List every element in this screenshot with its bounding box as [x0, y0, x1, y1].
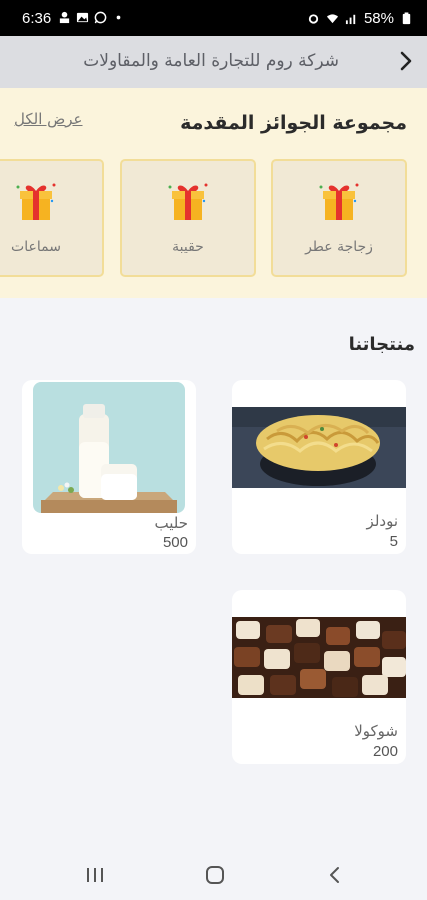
- prize-label: سماعات: [11, 239, 61, 255]
- product-card-chocolate[interactable]: شوكولا 200: [232, 590, 406, 764]
- view-all-link[interactable]: عرض الكل: [14, 110, 83, 128]
- gift-icon: [319, 183, 359, 220]
- wifi-icon: [326, 14, 339, 24]
- product-name: شوكولا: [354, 722, 398, 740]
- status-bar: 6:36 58%: [0, 0, 427, 36]
- gallery-icon: [76, 12, 89, 23]
- prize-label: حقيبة: [172, 239, 204, 255]
- product-image-milk: [33, 382, 185, 513]
- whatsapp-icon: [94, 11, 107, 24]
- prizes-section: مجموعة الجوائز المقدمة عرض الكل زجاجة عط…: [0, 88, 427, 298]
- product-card-noodles[interactable]: نودلز 5: [232, 380, 406, 554]
- product-price: 200: [372, 743, 398, 760]
- battery-percent: 58%: [363, 10, 394, 27]
- product-price: 500: [162, 534, 188, 551]
- cell-signal-icon: [345, 14, 356, 25]
- signal-icon: [59, 11, 70, 24]
- gift-icon: [168, 183, 208, 220]
- product-name: نودلز: [366, 512, 398, 530]
- prizes-heading: مجموعة الجوائز المقدمة: [180, 112, 407, 134]
- recent-apps-icon[interactable]: [84, 864, 106, 886]
- product-image-noodles: [232, 407, 406, 488]
- app-bar: شركة روم للتجارة العامة والمقاولات: [0, 36, 427, 88]
- battery-icon: [402, 12, 411, 25]
- products-heading: منتجاتنا: [348, 334, 415, 355]
- gift-icon: [16, 183, 56, 220]
- product-price: 5: [389, 533, 398, 550]
- dot-icon: [116, 15, 121, 20]
- prize-card-bag[interactable]: حقيبة: [120, 159, 256, 277]
- status-time: 6:36: [22, 10, 52, 27]
- product-name: حليب: [154, 514, 189, 532]
- product-image-chocolate: [232, 617, 406, 698]
- alarm-icon: [308, 14, 319, 24]
- page-title: شركة روم للتجارة العامة والمقاولات: [83, 51, 339, 71]
- back-icon[interactable]: [324, 864, 346, 886]
- prize-card-perfume[interactable]: زجاجة عطر: [271, 159, 407, 277]
- system-nav-bar: [0, 850, 427, 900]
- product-card-milk[interactable]: حليب 500: [22, 380, 196, 554]
- prize-card-headphones[interactable]: سماعات: [0, 159, 104, 277]
- home-icon[interactable]: [204, 864, 226, 886]
- prize-label: زجاجة عطر: [305, 239, 373, 255]
- chevron-right-icon[interactable]: [393, 48, 419, 74]
